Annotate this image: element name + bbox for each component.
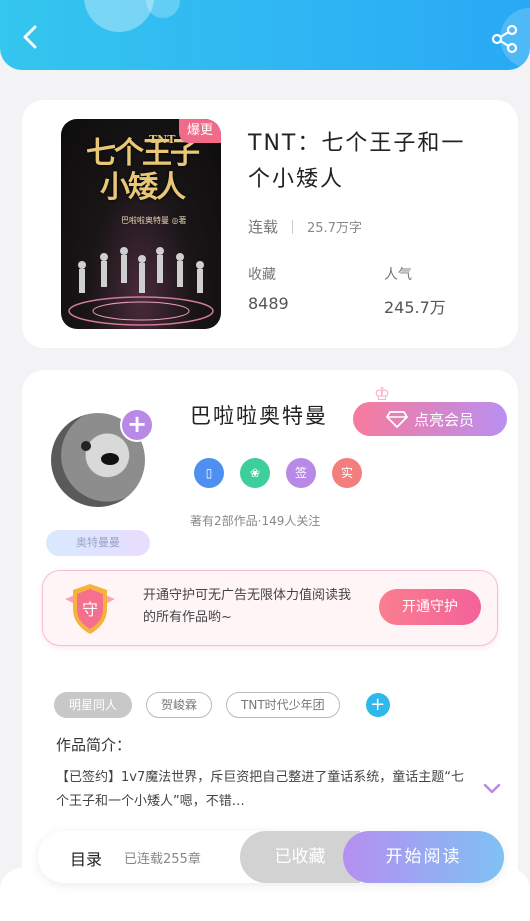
serial-status: 连载 — [248, 218, 279, 236]
collect-value: 8489 — [248, 294, 289, 313]
bottom-action-bar: 目录 已连载255章 已收藏 开始阅读 — [38, 831, 504, 883]
cover-author: 巴啦啦奥特曼 ◎著 — [121, 216, 187, 225]
diamond-icon — [385, 411, 408, 428]
book-cover[interactable]: 七个王子 小矮人 TNT 巴啦啦奥特曼 ◎著 爆更 — [61, 119, 221, 329]
author-card: + 奥特曼曼 巴啦啦奥特曼 ♔ 点亮会员 ▯ ❀ 签 实 著有2部作品·149人… — [22, 370, 518, 910]
collect-label: 收藏 — [248, 267, 276, 283]
avatar-eye — [81, 441, 91, 451]
popularity-label: 人气 — [384, 267, 412, 283]
guard-shield-icon: 守 — [65, 584, 115, 634]
guard-banner: 守 开通守护可无广告无限体力值阅读我的所有作品哟~ 开通守护 — [42, 570, 498, 646]
phone-badge-icon[interactable]: ▯ — [194, 458, 224, 488]
follow-button[interactable]: + — [120, 408, 154, 442]
vip-button-label: 点亮会员 — [413, 410, 474, 429]
guard-text: 开通守护可无广告无限体力值阅读我的所有作品哟~ — [143, 588, 352, 625]
collected-button[interactable]: 已收藏 — [240, 831, 360, 883]
guard-button[interactable]: 开通守护 — [379, 589, 481, 625]
intro-heading: 作品简介： — [56, 736, 132, 754]
decor-bubble — [146, 0, 180, 18]
tag-chip[interactable]: TNT时代少年团 — [226, 692, 340, 718]
vip-button[interactable]: 点亮会员 — [353, 402, 507, 436]
cover-title: 七个王子 小矮人 — [86, 136, 200, 205]
author-badges: ▯ ❀ 签 实 — [194, 458, 362, 488]
book-info-card: 七个王子 小矮人 TNT 巴啦啦奥特曼 ◎著 爆更 TNT：七个王子和一个小矮人… — [22, 100, 518, 348]
chevron-left-icon[interactable] — [16, 22, 46, 52]
popularity-value: 245.7万 — [384, 298, 446, 317]
divider — [292, 219, 294, 234]
update-badge: 爆更 — [179, 119, 221, 143]
add-tag-button[interactable]: + — [365, 693, 390, 717]
tag-chip[interactable]: 贺峻霖 — [146, 692, 213, 718]
start-reading-button[interactable]: 开始阅读 — [343, 831, 504, 883]
chapter-count[interactable]: 已连载255章 — [124, 848, 201, 867]
svg-text:守: 守 — [82, 600, 98, 619]
book-title: TNT：七个王子和一个小矮人 — [248, 131, 466, 192]
author-tag: 奥特曼曼 — [46, 530, 150, 556]
toc-button[interactable]: 目录 — [70, 846, 102, 870]
top-app-bar — [0, 0, 530, 70]
intro-text: 【已签约】1v7魔法世界，斥巨资把自己整进了童话系统，童话主题“七个王子和一个小… — [56, 770, 464, 809]
author-stats: 著有2部作品·149人关注 — [190, 514, 321, 528]
verified-badge[interactable]: 实 — [332, 458, 362, 488]
chevron-down-icon[interactable] — [482, 782, 502, 796]
tag-list: 明星同人 贺峻霖 TNT时代少年团 + — [54, 692, 390, 718]
avatar-nose — [101, 453, 119, 465]
book-meta: 连载 25.7万字 — [248, 216, 362, 237]
signed-badge[interactable]: 签 — [286, 458, 316, 488]
word-count: 25.7万字 — [307, 221, 362, 236]
share-icon[interactable] — [490, 24, 520, 54]
flower-badge-icon[interactable]: ❀ — [240, 458, 270, 488]
decor-bubble — [84, 0, 154, 32]
author-name[interactable]: 巴啦啦奥特曼 — [190, 400, 328, 430]
cover-illustration — [68, 247, 214, 326]
tag-chip[interactable]: 明星同人 — [54, 692, 133, 718]
cover-tnt: TNT — [149, 133, 176, 146]
